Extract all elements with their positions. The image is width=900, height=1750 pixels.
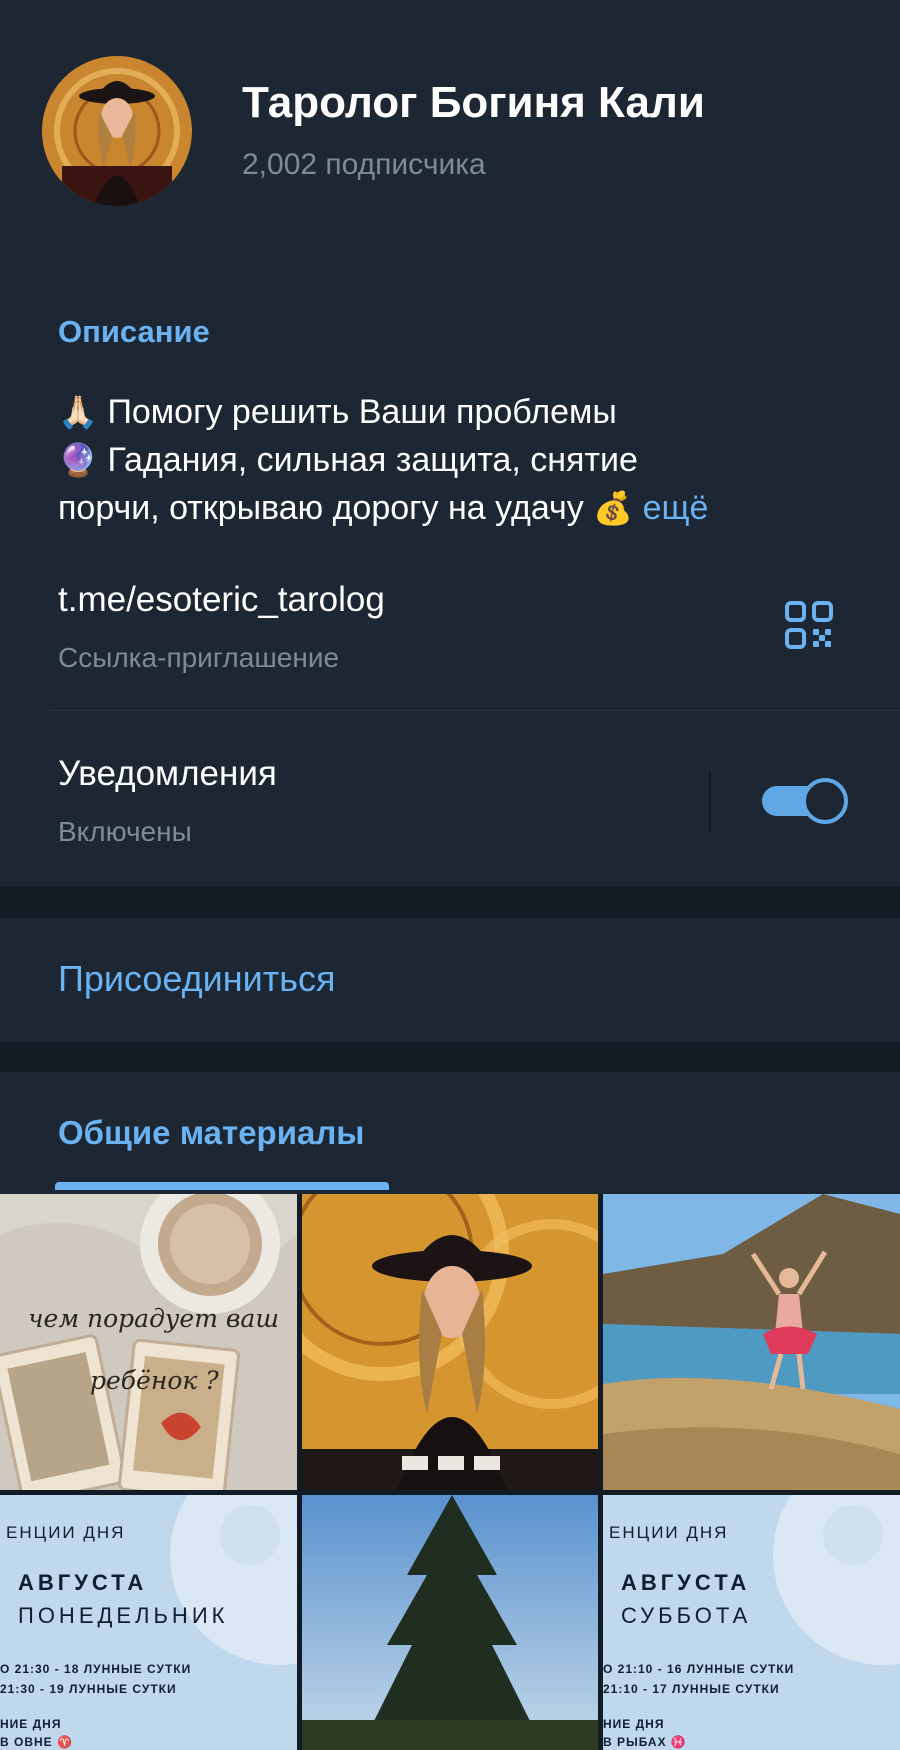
tile-lunar-1: О 21:30 - 18 ЛУННЫЕ СУТКИ xyxy=(0,1662,192,1676)
qr-code-icon[interactable] xyxy=(784,600,834,650)
tree-photo xyxy=(302,1495,598,1750)
invite-link-caption: Ссылка-приглашение xyxy=(58,642,340,673)
description-label: Описание xyxy=(58,314,210,349)
tile-weekday: СУББОТА xyxy=(621,1603,752,1628)
channel-title: Таролог Богиня Кали xyxy=(242,78,705,127)
money-bag-emoji: 💰 xyxy=(593,490,634,526)
subscriber-count: 2,002 подписчика xyxy=(242,148,486,181)
tile-day-label: НИЕ ДНЯ xyxy=(0,1717,62,1731)
tile-handwritten-text-1: чем порадует ваш xyxy=(28,1304,280,1333)
notifications-status: Включены xyxy=(58,816,192,847)
description-more-link[interactable]: ещё xyxy=(643,489,709,527)
tile-heading: ЕНЦИИ ДНЯ xyxy=(609,1523,729,1542)
tile-heading: ЕНЦИИ ДНЯ xyxy=(6,1523,126,1542)
notifications-label: Уведомления xyxy=(58,754,277,793)
vertical-separator xyxy=(709,772,711,832)
tarot-photo xyxy=(0,1194,297,1490)
channel-header: Таролог Богиня Кали 2,002 подписчика xyxy=(0,0,900,262)
description-text: 🙏🏻 Помогу решить Ваши проблемы 🔮 Гадания… xyxy=(58,388,858,532)
tile-day-label: НИЕ ДНЯ xyxy=(603,1717,665,1731)
media-grid: чем порадует ваш ребёнок ? ЕНЦИИ ДНЯ АВГ… xyxy=(0,1194,900,1750)
notifications-toggle[interactable] xyxy=(762,778,848,824)
avatar-image xyxy=(42,56,192,206)
media-tile-beach[interactable] xyxy=(603,1194,900,1490)
tile-sign: В ОВНЕ ♈ xyxy=(0,1735,73,1749)
invite-link[interactable]: t.me/esoteric_tarolog xyxy=(58,580,385,620)
beach-photo xyxy=(603,1194,900,1490)
tile-handwritten-text-2: ребёнок ? xyxy=(90,1366,219,1395)
tile-lunar-1: О 21:10 - 16 ЛУННЫЕ СУТКИ xyxy=(603,1662,795,1676)
tab-underline xyxy=(55,1182,389,1190)
tile-month: АВГУСТА xyxy=(621,1570,751,1595)
media-tile-tarot-note[interactable]: чем порадует ваш ребёнок ? xyxy=(0,1194,297,1490)
media-tile-tree[interactable] xyxy=(302,1495,598,1750)
media-tile-energy-monday[interactable]: ЕНЦИИ ДНЯ АВГУСТА ПОНЕДЕЛЬНИК О 21:30 - … xyxy=(0,1495,297,1750)
crystal-ball-emoji: 🔮 xyxy=(58,442,98,478)
description-line-3: порчи, открываю дорогу на удачу xyxy=(58,489,584,527)
pray-emoji: 🙏🏻 xyxy=(58,394,98,430)
description-line-1: Помогу решить Ваши проблемы xyxy=(107,393,617,431)
tile-lunar-2: 21:10 - 17 ЛУННЫЕ СУТКИ xyxy=(603,1682,780,1696)
media-tile-tarot-reader[interactable] xyxy=(302,1194,598,1490)
channel-info-panel: Описание 🙏🏻 Помогу решить Ваши проблемы … xyxy=(0,262,900,886)
shared-media-section: Общие материалы чем порадует ваш ребёнок… xyxy=(0,1072,900,1750)
tile-weekday: ПОНЕДЕЛЬНИК xyxy=(18,1603,229,1628)
toggle-knob xyxy=(802,778,848,824)
divider xyxy=(50,710,900,711)
join-button[interactable]: Присоединиться xyxy=(0,918,900,1042)
tile-lunar-2: 21:30 - 19 ЛУННЫЕ СУТКИ xyxy=(0,1682,177,1696)
description-line-2: Гадания, сильная защита, снятие xyxy=(107,441,638,479)
channel-avatar[interactable] xyxy=(42,56,192,206)
tile-sign: В РЫБАХ ♓ xyxy=(603,1735,687,1749)
tab-shared-media[interactable]: Общие материалы xyxy=(58,1114,365,1152)
tarot-reader-photo xyxy=(302,1194,598,1490)
tile-month: АВГУСТА xyxy=(18,1570,148,1595)
join-label: Присоединиться xyxy=(58,958,336,999)
media-tile-energy-saturday[interactable]: ЕНЦИИ ДНЯ АВГУСТА СУББОТА О 21:10 - 16 Л… xyxy=(603,1495,900,1750)
